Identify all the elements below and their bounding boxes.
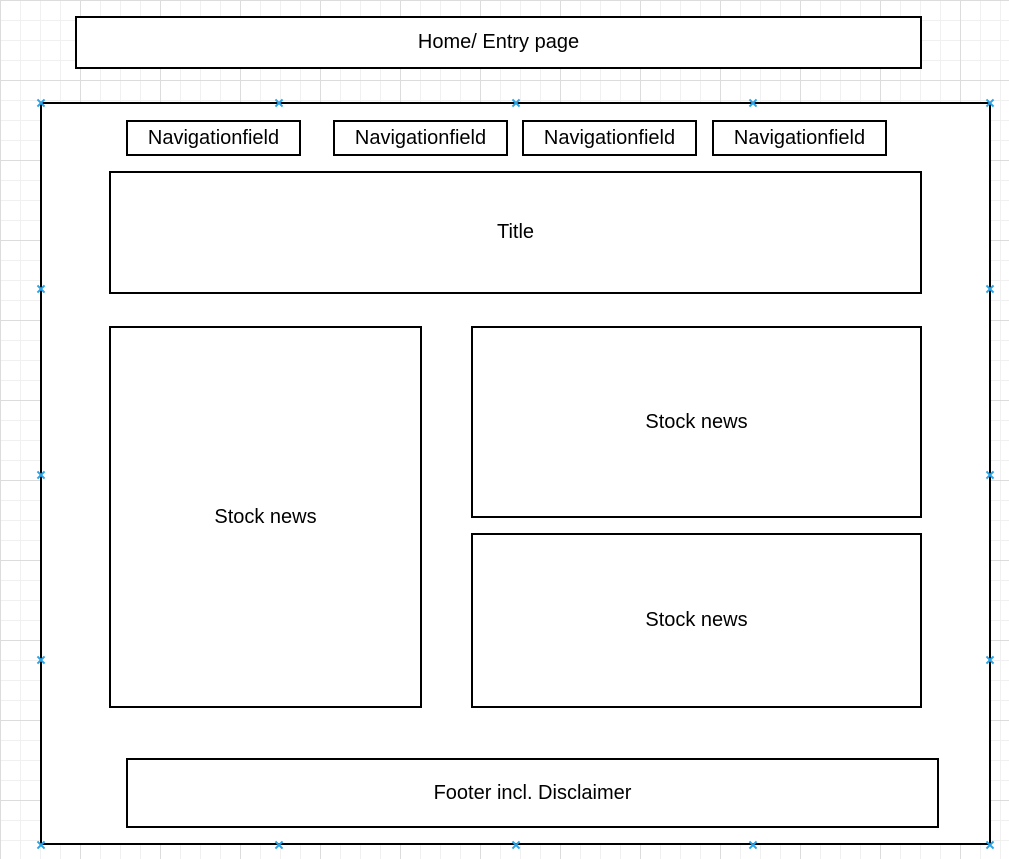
stock-news-label: Stock news: [214, 505, 317, 528]
navigation-field-label: Navigationfield: [543, 126, 676, 149]
navigation-field-4[interactable]: Navigationfield: [712, 120, 887, 156]
footer-label: Footer incl. Disclaimer: [433, 781, 632, 804]
navigation-field-label: Navigationfield: [354, 126, 487, 149]
navigation-field-label: Navigationfield: [147, 126, 280, 149]
navigation-field-3[interactable]: Navigationfield: [522, 120, 697, 156]
footer-box[interactable]: Footer incl. Disclaimer: [126, 758, 939, 828]
home-entry-page-label: Home/ Entry page: [417, 31, 580, 53]
home-entry-page-box[interactable]: Home/ Entry page: [75, 16, 922, 69]
stock-news-bottom-right-box[interactable]: Stock news: [471, 533, 922, 708]
title-box[interactable]: Title: [109, 171, 922, 294]
stock-news-large-box[interactable]: Stock news: [109, 326, 422, 708]
stock-news-label: Stock news: [645, 609, 748, 631]
title-label: Title: [496, 221, 535, 243]
navigation-field-label: Navigationfield: [733, 126, 866, 149]
navigation-field-2[interactable]: Navigationfield: [333, 120, 508, 156]
stock-news-label: Stock news: [645, 410, 748, 433]
navigation-field-1[interactable]: Navigationfield: [126, 120, 301, 156]
stock-news-top-right-box[interactable]: Stock news: [471, 326, 922, 518]
